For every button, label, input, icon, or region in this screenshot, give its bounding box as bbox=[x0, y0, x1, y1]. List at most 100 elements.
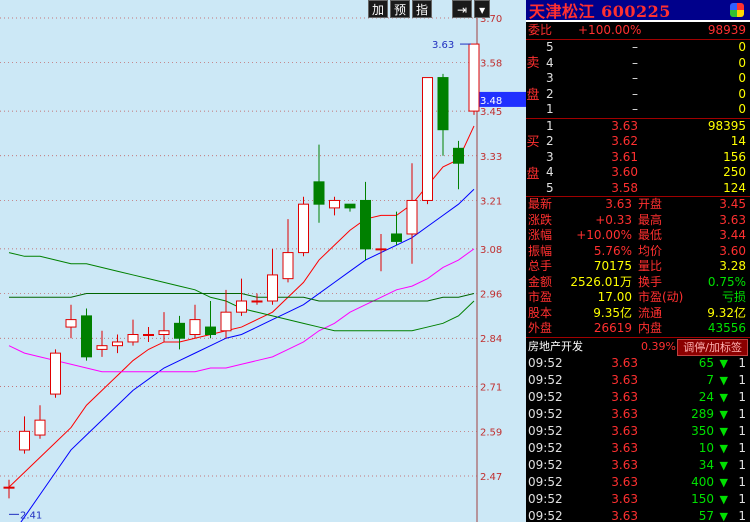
price-tick-label: 3.33 bbox=[480, 152, 502, 163]
right-arrow-icon[interactable]: ⇥ bbox=[452, 0, 473, 18]
price-tick-label: 3.45 bbox=[480, 107, 502, 118]
tick-count: 1 bbox=[738, 423, 746, 438]
quote-value: 5.76% bbox=[593, 243, 632, 258]
candle-body bbox=[251, 300, 263, 303]
weibi-pct: +100.00% bbox=[578, 23, 642, 37]
tick-time: 09:52 bbox=[528, 355, 563, 370]
tick-row: 09:52 3.63 24 ▼ 1 bbox=[526, 389, 750, 406]
stock-title-bar: 天津松江 600225 bbox=[526, 0, 750, 22]
quote-stats: 最新 3.63 开盘 3.45 涨跌 +0.33 最高 3.63 涨幅 +10.00% 最低 3.44… bbox=[526, 197, 750, 337]
sell-level: 5 bbox=[546, 40, 554, 54]
buy-volume: 124 bbox=[723, 180, 746, 195]
color-wheel-icon[interactable] bbox=[730, 3, 744, 17]
sell-row: 4 – 0 bbox=[526, 56, 750, 72]
down-arrow-icon: ▼ bbox=[719, 441, 728, 455]
tick-time: 09:52 bbox=[528, 406, 563, 421]
quote-row: 最新 3.63 开盘 3.45 bbox=[526, 197, 750, 213]
index-button[interactable]: 指 bbox=[412, 0, 433, 18]
tick-time: 09:52 bbox=[528, 372, 563, 387]
quote-label: 振幅 bbox=[528, 243, 553, 258]
quote-label: 股本 bbox=[528, 305, 553, 320]
tick-row: 09:52 3.63 34 ▼ 1 bbox=[526, 457, 750, 474]
tick-row: 09:52 3.63 65 ▼ 1 bbox=[526, 355, 750, 372]
candle-body bbox=[437, 77, 449, 131]
down-arrow-icon: ▼ bbox=[719, 476, 728, 490]
tick-time: 09:52 bbox=[528, 440, 563, 455]
quote-value: 17.00 bbox=[597, 290, 632, 304]
candle-body bbox=[406, 199, 418, 235]
price-tick-label: 2.84 bbox=[480, 334, 502, 345]
candle-body bbox=[96, 345, 108, 350]
candle-body bbox=[174, 322, 185, 339]
price-tick-label: 2.96 bbox=[480, 290, 502, 301]
buy-price: 3.58 bbox=[611, 180, 638, 195]
down-arrow-icon: ▼ bbox=[719, 356, 728, 370]
candle-body bbox=[422, 77, 433, 201]
buy-volume: 156 bbox=[723, 149, 746, 164]
quote-label-right: 最高 bbox=[638, 212, 663, 227]
down-arrow-icon: ▼ bbox=[719, 510, 728, 522]
buy-level: 1 bbox=[546, 118, 554, 133]
candlestick-chart[interactable]: 3.70 3.58 3.45 3.33 3.21 3.08 2.96 2.84 2.71 2.59… bbox=[0, 0, 526, 522]
candle-body bbox=[220, 311, 232, 332]
tick-time: 09:52 bbox=[528, 389, 563, 404]
candle-body bbox=[468, 43, 480, 112]
quote-label-right: 均价 bbox=[638, 243, 663, 258]
candle-body bbox=[282, 252, 294, 280]
buy-row: 5 3.58 124 bbox=[526, 181, 750, 197]
candle-body bbox=[236, 300, 247, 313]
candle-body bbox=[50, 352, 61, 395]
tag-button[interactable]: 调停/加标签 bbox=[677, 338, 748, 356]
tick-price: 3.63 bbox=[611, 406, 638, 421]
quote-value-right: 3.63 bbox=[719, 212, 746, 227]
tick-count: 1 bbox=[738, 458, 746, 473]
weibi-label: 委比 bbox=[528, 23, 553, 37]
sell-price: – bbox=[632, 71, 638, 85]
buy-orders: 买 盘 1 3.63 98395 2 3.62 14 3 3.61 156 4 3.60 250 5 3.… bbox=[526, 119, 750, 197]
candle-body bbox=[391, 233, 402, 242]
buy-row: 1 3.63 98395 bbox=[526, 119, 750, 135]
low-label: 2.41 bbox=[20, 510, 42, 521]
quote-label-right: 量比 bbox=[638, 259, 663, 273]
down-arrow-icon: ▼ bbox=[719, 390, 728, 404]
add-button[interactable]: 加 bbox=[368, 0, 389, 18]
candle-body bbox=[127, 334, 139, 343]
tick-row: 09:52 3.63 57 ▼ 1 bbox=[526, 508, 750, 522]
sell-volume: 0 bbox=[738, 86, 746, 101]
candle-body bbox=[3, 486, 15, 489]
buy-volume: 14 bbox=[730, 134, 746, 148]
dropdown-arrow-icon[interactable]: ▾ bbox=[474, 0, 491, 18]
sell-volume: 0 bbox=[738, 102, 746, 116]
buy-row: 2 3.62 14 bbox=[526, 134, 750, 150]
quote-value: 9.35亿 bbox=[593, 305, 632, 320]
chart-canvas[interactable]: 3.703.583.453.333.213.082.962.842.712.59… bbox=[0, 0, 526, 522]
quote-row: 涨跌 +0.33 最高 3.63 bbox=[526, 213, 750, 229]
quote-panel: 天津松江 600225 委比 +100.00% 98939 卖 盘 5–0 4–0… bbox=[526, 0, 750, 522]
sector-pct: 0.39% bbox=[641, 339, 676, 353]
quote-value: 26619 bbox=[593, 321, 632, 335]
candle-body bbox=[205, 326, 216, 336]
quote-label: 涨跌 bbox=[528, 212, 553, 227]
predict-button[interactable]: 预 bbox=[390, 0, 411, 18]
tick-price: 3.63 bbox=[611, 458, 638, 473]
candle-body bbox=[267, 274, 278, 302]
quote-label-right: 内盘 bbox=[638, 321, 663, 335]
quote-value: 2526.01万 bbox=[570, 274, 632, 289]
tick-count: 1 bbox=[738, 355, 746, 370]
down-arrow-icon: ▼ bbox=[719, 493, 728, 507]
quote-label-right: 市盈(动) bbox=[638, 290, 684, 304]
tick-list[interactable]: 09:52 3.63 65 ▼ 1 09:52 3.63 7 ▼ 1 09:52 3.63 24 ▼ 1 09… bbox=[526, 355, 750, 522]
quote-value-right: 43556 bbox=[707, 321, 746, 335]
tick-price: 3.63 bbox=[611, 492, 638, 507]
down-arrow-icon: ▼ bbox=[719, 424, 728, 438]
quote-value: 70175 bbox=[593, 259, 632, 273]
sell-level: 2 bbox=[546, 86, 554, 101]
tick-row: 09:52 3.63 7 ▼ 1 bbox=[526, 372, 750, 389]
buy-price: 3.61 bbox=[611, 149, 638, 164]
sell-volume: 0 bbox=[738, 40, 746, 54]
tick-volume: 10 bbox=[698, 440, 714, 455]
moving-average-line bbox=[20, 188, 475, 522]
candle-body bbox=[34, 419, 46, 436]
chart-toolbar: 加 预 指 ⇥ ▾ bbox=[368, 0, 491, 18]
sector-name[interactable]: 房地产开发 bbox=[528, 338, 583, 355]
